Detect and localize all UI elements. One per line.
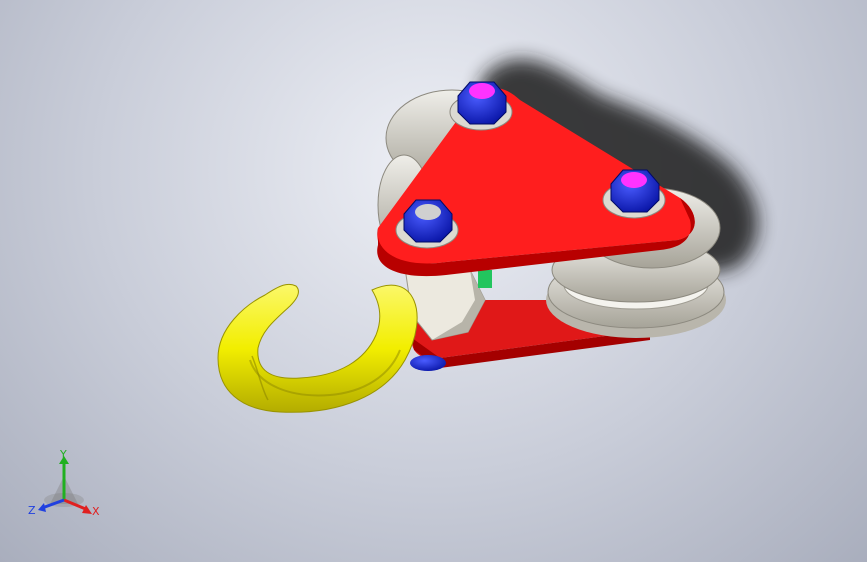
pulley-block-model[interactable]	[0, 0, 867, 562]
hook[interactable]	[217, 283, 418, 413]
x-axis-label: X	[92, 505, 100, 518]
lower-nut-left[interactable]	[410, 355, 446, 371]
z-axis-label: Z	[28, 504, 36, 517]
graphics-viewport[interactable]: Y X Z	[0, 0, 867, 562]
y-axis-label: Y	[59, 448, 67, 461]
spacer	[478, 270, 492, 288]
reference-triad: Y X Z	[28, 448, 100, 518]
z-arrow-icon	[38, 503, 46, 512]
